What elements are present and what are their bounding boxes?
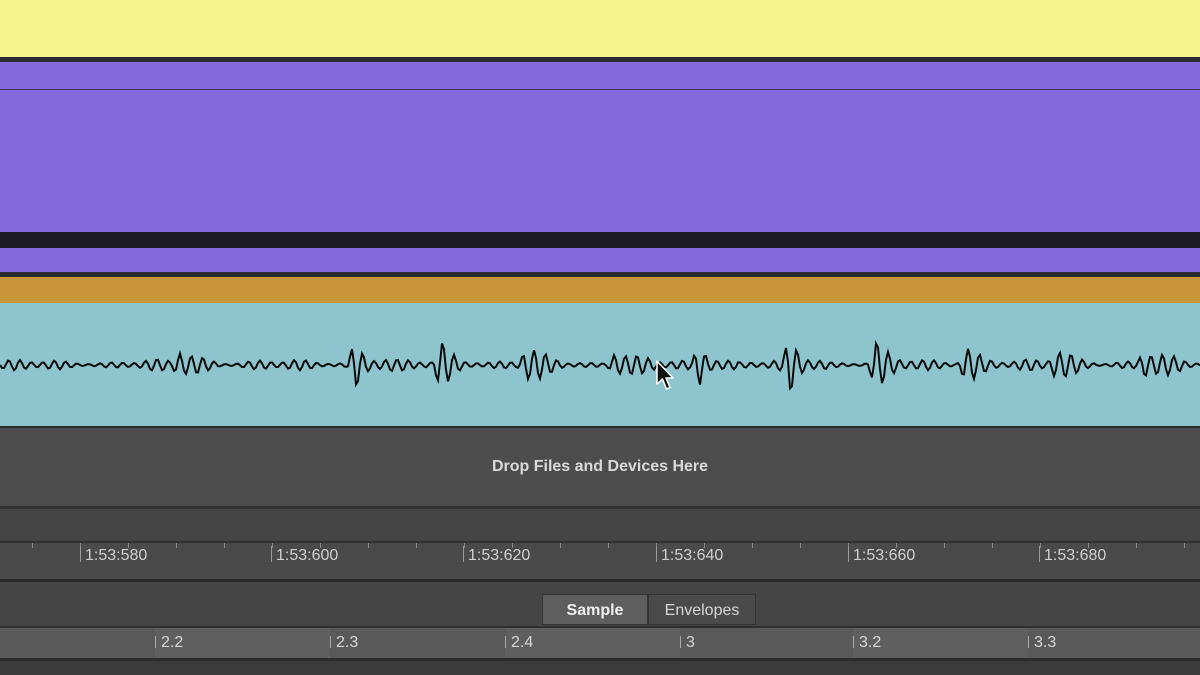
ruler-tick [704, 543, 705, 548]
time-ruler-label: 1:53:620 [463, 546, 530, 564]
mouse-pointer-icon [656, 360, 674, 390]
ruler-tick [224, 543, 225, 548]
detail-view-tab-bar: Sample Envelopes [0, 582, 1200, 628]
tab-envelopes[interactable]: Envelopes [648, 594, 756, 625]
ruler-tick [1040, 543, 1041, 548]
time-ruler-label: 1:53:680 [1039, 546, 1106, 564]
beat-ruler[interactable]: 2.2 2.3 2.4 3 3.2 3.3 [0, 628, 1200, 661]
tab-sample[interactable]: Sample [542, 594, 648, 625]
ruler-tick [464, 543, 465, 548]
ruler-tick [752, 543, 753, 548]
sample-editor-area [0, 661, 1200, 675]
clip-divider-line [0, 89, 1200, 90]
ruler-tick [992, 543, 993, 548]
beat-ruler-label: 2.2 [155, 635, 183, 651]
ruler-tick [80, 543, 81, 548]
ruler-tick [560, 543, 561, 548]
orange-clip-header[interactable] [0, 277, 1200, 303]
time-ruler-label: 1:53:660 [848, 546, 915, 564]
ruler-tick [176, 543, 177, 548]
waveform-path [0, 339, 1200, 391]
ruler-tick [512, 543, 513, 548]
drop-zone-label: Drop Files and Devices Here [491, 458, 709, 475]
beat-ruler-label: 3.3 [1028, 635, 1056, 651]
ruler-tick [944, 543, 945, 548]
purple-clip[interactable] [0, 62, 1200, 232]
beat-ruler-label: 2.3 [330, 635, 358, 651]
beat-ruler-label: 2.4 [505, 635, 533, 651]
ruler-tick [368, 543, 369, 548]
beat-ruler-label: 3 [680, 635, 695, 651]
ruler-tick [1088, 543, 1089, 548]
ruler-tick [272, 543, 273, 548]
ruler-tick [896, 543, 897, 548]
empty-track-row [0, 509, 1200, 543]
audio-clip-waveform[interactable] [0, 303, 1200, 426]
time-ruler-label: 1:53:600 [271, 546, 338, 564]
time-ruler-label: 1:53:580 [80, 546, 147, 564]
ruler-tick [32, 543, 33, 548]
ruler-tick [656, 543, 657, 548]
ruler-tick [608, 543, 609, 548]
ruler-tick [1136, 543, 1137, 548]
yellow-clip[interactable] [0, 0, 1200, 57]
beat-ruler-label: 3.2 [853, 635, 881, 651]
purple-clip-strip[interactable] [0, 248, 1200, 272]
ruler-tick [848, 543, 849, 548]
time-ruler-label: 1:53:640 [656, 546, 723, 564]
ruler-tick [320, 543, 321, 548]
ruler-tick [416, 543, 417, 548]
ruler-tick [1184, 543, 1185, 548]
drop-zone[interactable]: Drop Files and Devices Here [0, 428, 1200, 509]
ruler-tick [800, 543, 801, 548]
ruler-tick [128, 543, 129, 548]
time-ruler[interactable]: 1:53:580 1:53:600 1:53:620 1:53:640 1:53… [0, 543, 1200, 582]
waveform [0, 339, 1200, 391]
track-separator [0, 232, 1200, 248]
